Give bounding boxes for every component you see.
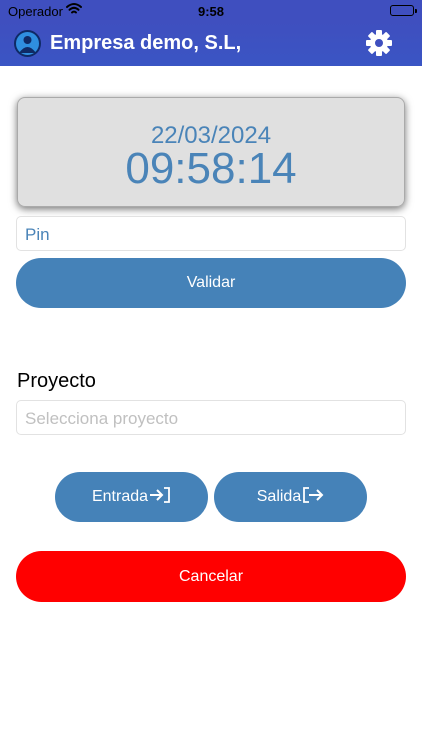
clock-time: 09:58:14 [125,144,297,193]
cancelar-button[interactable]: Cancelar [16,551,406,602]
company-title: Empresa demo, S.L, [50,32,242,54]
header-bar: Empresa demo, S.L, [0,22,422,66]
sign-in-icon [148,486,171,509]
salida-label: Salida [256,488,302,505]
battery-icon [390,5,417,16]
status-time: 9:58 [197,4,225,19]
cancelar-label: Cancelar [178,567,244,585]
validar-label: Validar [186,274,236,291]
entrada-label: Entrada [91,488,149,505]
status-bar: Operador 9:58 [0,0,422,22]
clock-display: 22/03/2024 09:58:14 [17,97,405,207]
project-select[interactable]: Selecciona proyecto [16,400,406,435]
salida-button[interactable]: Salida [214,472,367,522]
project-label: Proyecto [17,370,96,392]
company-logo-icon [14,30,41,57]
gear-icon[interactable] [364,28,394,58]
pin-input[interactable]: Pin [16,216,406,251]
validar-button[interactable]: Validar [16,258,406,308]
sign-out-icon [301,486,324,509]
entrada-button[interactable]: Entrada [55,472,208,522]
